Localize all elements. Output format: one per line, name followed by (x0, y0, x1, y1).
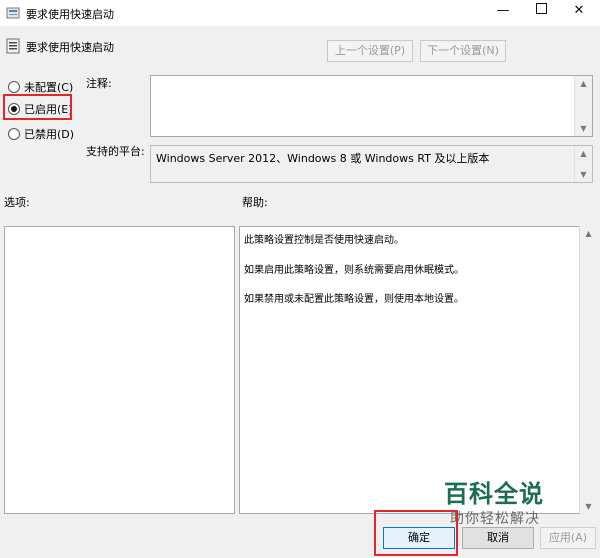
policy-name: 要求使用快速启动 (26, 41, 114, 54)
help-label: 帮助: (242, 196, 268, 209)
scroll-up-icon[interactable]: ▲ (575, 79, 592, 88)
comment-scrollbar[interactable]: ▲ ▼ (574, 76, 592, 136)
platform-scrollbar[interactable]: ▲ ▼ (574, 146, 592, 182)
radio-circle (8, 81, 20, 93)
radio-not-configured[interactable]: 未配置(C) (8, 79, 73, 95)
help-scrollbar-container[interactable]: ▲ ▼ (579, 226, 597, 514)
policy-icon (6, 7, 20, 19)
radio-label: 未配置(C) (24, 81, 74, 94)
supported-platform-box: Windows Server 2012、Windows 8 或 Windows … (150, 145, 593, 183)
comment-textarea[interactable]: ▲ ▼ (150, 75, 593, 137)
cancel-button[interactable]: 取消 (462, 527, 534, 549)
help-text-line: 如果禁用或未配置此策略设置，则使用本地设置。 (244, 294, 464, 305)
close-button[interactable]: ✕ (560, 0, 598, 24)
previous-setting-button[interactable]: 上一个设置(P) (327, 40, 413, 62)
help-text-line: 此策略设置控制是否使用快速启动。 (244, 235, 404, 246)
watermark-title: 百科全说 (444, 480, 544, 508)
watermark-subtitle: 助你轻松解决 (450, 511, 540, 527)
options-label: 选项: (4, 196, 30, 209)
apply-button[interactable]: 应用(A) (540, 527, 596, 549)
highlight-box-enabled (3, 94, 72, 120)
scroll-up-icon[interactable]: ▲ (580, 229, 597, 238)
help-text-line: 如果启用此策略设置，则系统需要启用休眠模式。 (244, 265, 464, 276)
help-scrollbar[interactable]: ▲ ▼ (579, 226, 597, 514)
scroll-down-icon[interactable]: ▼ (575, 170, 592, 179)
options-pane (4, 226, 235, 514)
radio-circle (8, 128, 20, 140)
scroll-up-icon[interactable]: ▲ (575, 149, 592, 158)
maximize-icon (535, 3, 547, 14)
radio-label: 已禁用(D) (24, 128, 75, 141)
maximize-button[interactable] (522, 0, 560, 24)
help-pane: 此策略设置控制是否使用快速启动。 如果启用此策略设置，则系统需要启用休眠模式。 … (239, 226, 580, 514)
radio-disabled[interactable]: 已禁用(D) (8, 126, 74, 142)
supported-platform-label: 支持的平台: (86, 145, 145, 158)
window-title: 要求使用快速启动 (26, 8, 114, 21)
next-setting-button[interactable]: 下一个设置(N) (420, 40, 506, 62)
highlight-box-ok (374, 510, 458, 556)
scroll-down-icon[interactable]: ▼ (580, 502, 597, 511)
minimize-button[interactable]: — (484, 0, 522, 24)
comment-label: 注释: (86, 77, 112, 90)
scroll-down-icon[interactable]: ▼ (575, 124, 592, 133)
policy-setting-icon (6, 38, 20, 54)
supported-platform-value: Windows Server 2012、Windows 8 或 Windows … (156, 152, 490, 165)
